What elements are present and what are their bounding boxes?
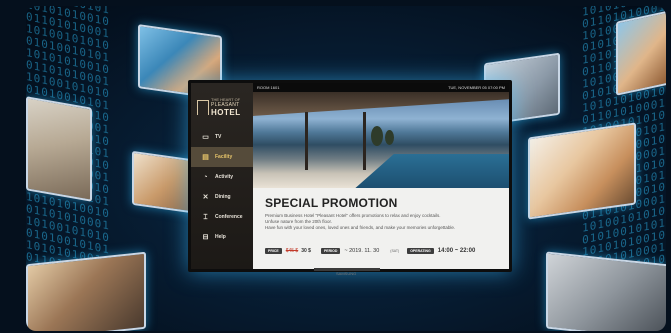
photo-tile-brunch bbox=[528, 122, 636, 220]
period-tag: PERIOD bbox=[320, 248, 341, 254]
hero-pillar bbox=[305, 112, 308, 170]
old-price: $45 $ bbox=[285, 248, 299, 254]
help-icon: ⊟ bbox=[202, 233, 209, 241]
date-time: TUE, NOVEMBER 05 07:00 PM bbox=[448, 85, 505, 90]
menu-item-label: Dining bbox=[215, 194, 231, 200]
tv-icon: ▭ bbox=[202, 133, 209, 141]
activity-icon: ◔ bbox=[203, 173, 208, 181]
period-day: (SAT) bbox=[390, 249, 400, 253]
promo-scene: 01010010101 10101010010 01101010001 1010… bbox=[26, 6, 666, 331]
hero-pool bbox=[355, 154, 509, 188]
new-price: 30 $ bbox=[301, 248, 311, 254]
main-menu: ▭ TV ▤ Facility ◔ Activity ✕ Dining ⌶ Co… bbox=[191, 127, 253, 247]
hours-tag: OPERATING bbox=[407, 248, 434, 254]
tv-brand-logo: SAMSUNG bbox=[336, 271, 357, 276]
period-value: ~ 2019. 11. 30 bbox=[344, 248, 380, 254]
menu-item-tv[interactable]: ▭ TV bbox=[191, 127, 253, 147]
menu-item-help[interactable]: ⊟ Help bbox=[191, 227, 253, 247]
hours-value: 14:00 ~ 22:00 bbox=[437, 248, 476, 254]
photo-tile-gym bbox=[546, 251, 666, 331]
hero-tree bbox=[371, 126, 383, 146]
photo-tile-beach bbox=[616, 10, 666, 96]
hero-pillar bbox=[363, 112, 366, 170]
menu-item-facility[interactable]: ▤ Facility bbox=[191, 147, 253, 167]
hotel-building-icon bbox=[197, 100, 209, 115]
hotel-logo: THE HEART OF PLEASANT HOTEL bbox=[197, 95, 249, 121]
price-tag: PRICE bbox=[265, 248, 282, 254]
room-number: ROOM 1601 bbox=[257, 85, 280, 90]
hotel-tv-screen: THE HEART OF PLEASANT HOTEL ▭ TV ▤ Facil… bbox=[188, 80, 512, 272]
promo-title: SPECIAL PROMOTION bbox=[265, 196, 398, 210]
hero-roof bbox=[253, 92, 509, 116]
menu-item-label: Help bbox=[215, 234, 226, 240]
promo-panel: SPECIAL PROMOTION Premium Business Hotel… bbox=[253, 188, 509, 269]
menu-item-activity[interactable]: ◔ Activity bbox=[191, 167, 253, 187]
promo-description: Premium Business Hotel "Pleasant Hotel" … bbox=[265, 213, 495, 231]
status-bar: ROOM 1601 TUE, NOVEMBER 05 07:00 PM bbox=[253, 83, 509, 92]
promo-hero-image bbox=[253, 92, 509, 188]
menu-item-label: TV bbox=[215, 134, 222, 140]
conference-icon: ⌶ bbox=[203, 213, 208, 221]
menu-item-label: Facility bbox=[215, 154, 233, 160]
hero-tree bbox=[385, 130, 394, 145]
facility-icon: ▤ bbox=[202, 153, 209, 161]
menu-item-label: Conference bbox=[215, 214, 243, 220]
menu-item-conference[interactable]: ⌶ Conference bbox=[191, 207, 253, 227]
photo-tile-banquet bbox=[26, 251, 146, 331]
hotel-sidebar: THE HEART OF PLEASANT HOTEL ▭ TV ▤ Facil… bbox=[191, 83, 253, 269]
promo-desc-line: Have fun with your loved ones, loved one… bbox=[265, 225, 456, 230]
menu-item-dining[interactable]: ✕ Dining bbox=[191, 187, 253, 207]
logo-name-line2: HOTEL bbox=[211, 108, 241, 117]
dining-icon: ✕ bbox=[202, 193, 209, 201]
photo-tile-lobby bbox=[26, 96, 92, 202]
menu-item-label: Activity bbox=[215, 174, 234, 180]
promo-info-bar: PRICE $45 $ 30 $ PERIOD ~ 2019. 11. 30 (… bbox=[265, 246, 503, 256]
